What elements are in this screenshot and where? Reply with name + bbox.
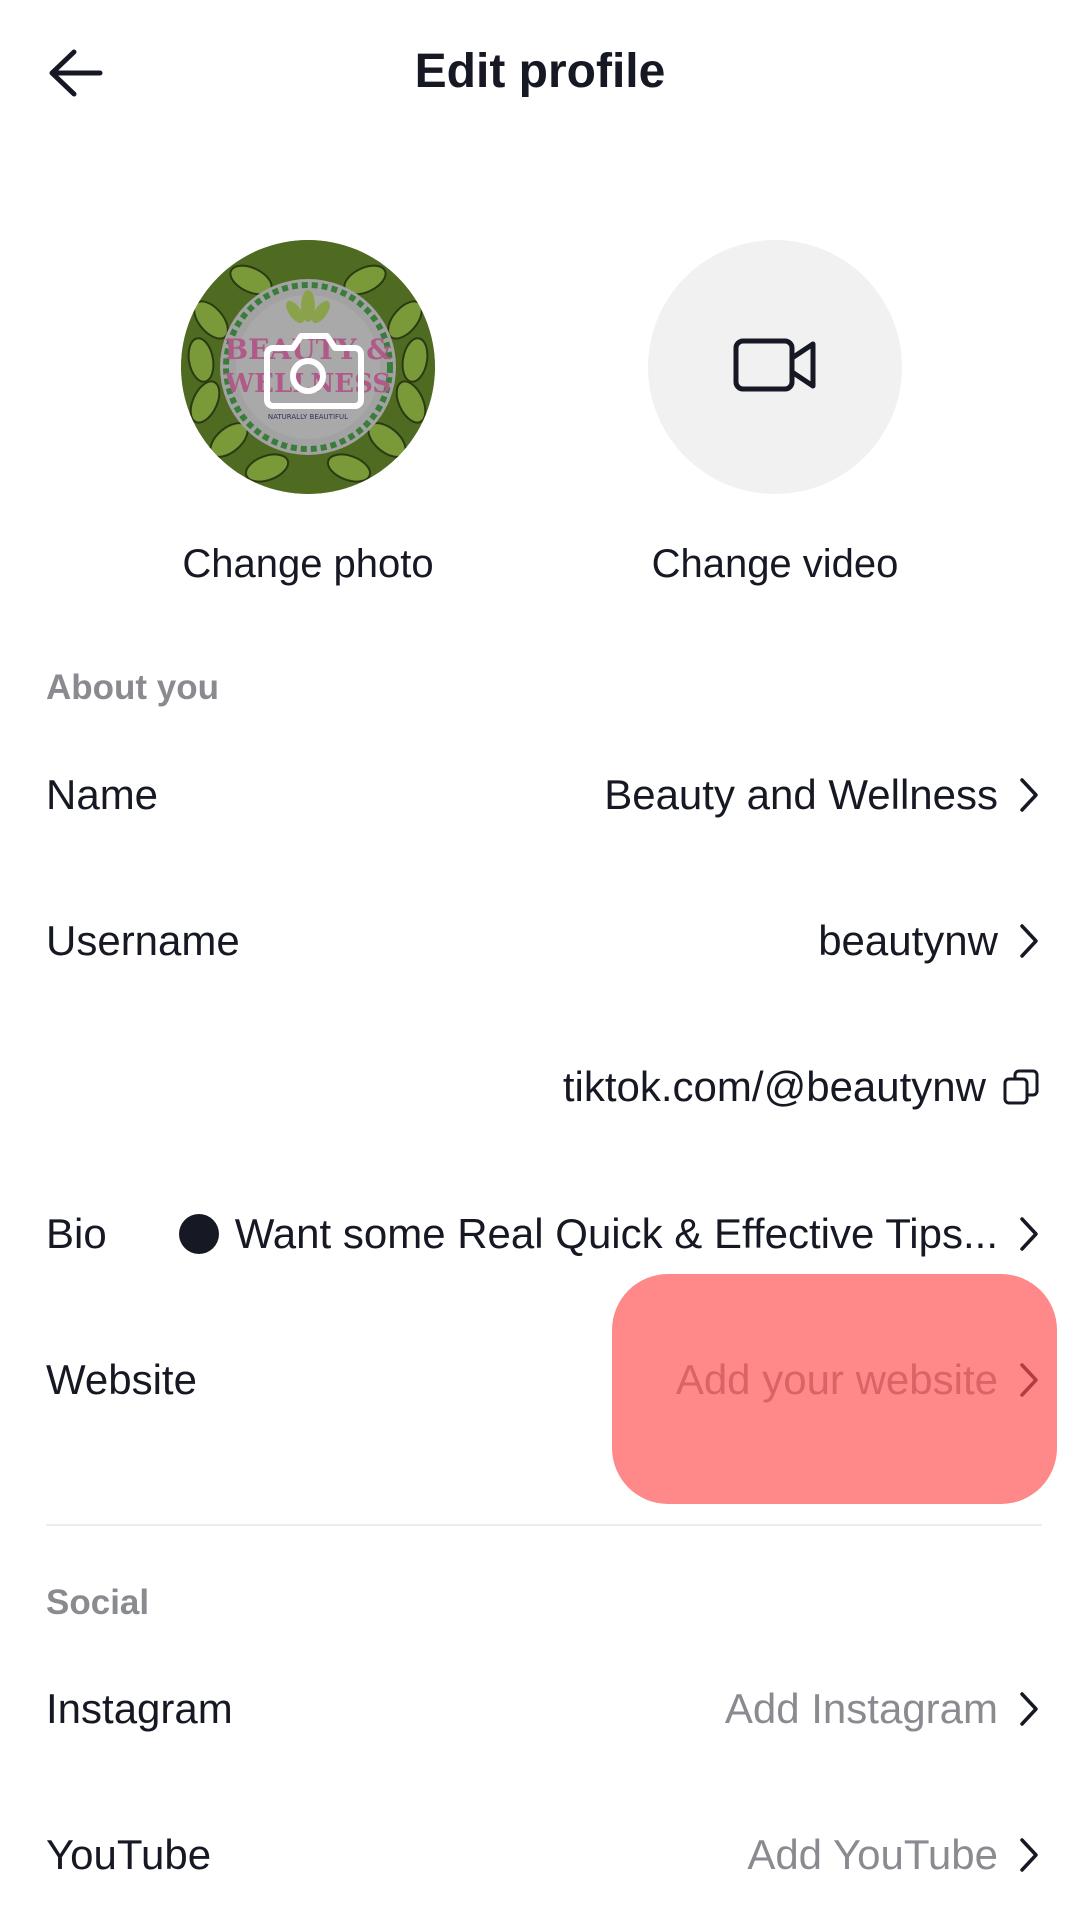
chevron-right-icon <box>1016 921 1042 961</box>
header: Edit profile <box>0 0 1080 150</box>
instagram-value: Add Instagram <box>724 1685 998 1732</box>
name-value: Beauty and Wellness <box>604 771 998 818</box>
social-section-label: Social <box>46 1583 150 1622</box>
chevron-right-icon <box>1016 1214 1042 1254</box>
logo-line-3: NATURALLY BEAUTIFUL <box>268 413 348 421</box>
youtube-value-group: Add YouTube <box>747 1831 1042 1879</box>
profile-link: tiktok.com/@beautynw <box>562 1063 986 1110</box>
chevron-right-icon <box>1016 1835 1042 1875</box>
website-value-group: Add your website <box>676 1356 1042 1404</box>
username-label: Username <box>46 917 240 964</box>
instagram-value-group: Add Instagram <box>725 1685 1042 1733</box>
name-label: Name <box>46 771 159 818</box>
divider <box>46 1524 1042 1526</box>
bio-dot-icon <box>178 1214 219 1254</box>
chevron-right-icon <box>1016 775 1042 815</box>
logo-line-2: WELLNESS <box>224 369 391 399</box>
change-photo-button[interactable]: BEAUTY & WELLNESS NATURALLY BEAUTIFUL Ch… <box>128 240 488 587</box>
video-thumbnail[interactable] <box>648 240 902 494</box>
name-value-group: Beauty and Wellness <box>604 771 1042 819</box>
instagram-label: Instagram <box>46 1685 233 1732</box>
video-camera-icon <box>733 338 817 397</box>
profile-link-group: tiktok.com/@beautynw <box>563 1063 1042 1111</box>
youtube-value: Add YouTube <box>747 1831 998 1878</box>
avatar[interactable]: BEAUTY & WELLNESS NATURALLY BEAUTIFUL <box>181 240 435 494</box>
instagram-row[interactable]: Instagram Add Instagram <box>46 1659 1042 1759</box>
username-value: beautynw <box>818 917 998 964</box>
chevron-right-icon <box>1016 1689 1042 1729</box>
username-row[interactable]: Username beautynw <box>46 891 1042 991</box>
profile-link-row[interactable]: tiktok.com/@beautynw <box>46 1037 1042 1137</box>
change-video-label: Change video <box>651 542 899 586</box>
avatar-logo-image: BEAUTY & WELLNESS NATURALLY BEAUTIFUL <box>181 240 435 494</box>
change-photo-label: Change photo <box>182 542 434 586</box>
name-row[interactable]: Name Beauty and Wellness <box>46 745 1042 845</box>
website-value: Add your website <box>675 1356 998 1403</box>
page-title: Edit profile <box>414 45 666 98</box>
website-label: Website <box>46 1356 197 1403</box>
website-row[interactable]: Website Add your website <box>46 1330 1042 1430</box>
about-section-label: About you <box>46 668 220 707</box>
youtube-label: YouTube <box>46 1831 212 1878</box>
bio-label: Bio <box>46 1210 107 1257</box>
bio-value-group: Want some Real Quick & Effective Tips... <box>178 1210 1042 1258</box>
change-video-button[interactable]: Change video <box>595 240 955 587</box>
chevron-right-icon <box>1016 1360 1042 1400</box>
username-value-group: beautynw <box>818 917 1042 965</box>
copy-icon[interactable] <box>1000 1066 1042 1108</box>
bio-row[interactable]: Bio Want some Real Quick & Effective Tip… <box>46 1184 1042 1284</box>
youtube-row[interactable]: YouTube Add YouTube <box>46 1805 1042 1905</box>
bio-value: Want some Real Quick & Effective Tips... <box>234 1210 998 1257</box>
